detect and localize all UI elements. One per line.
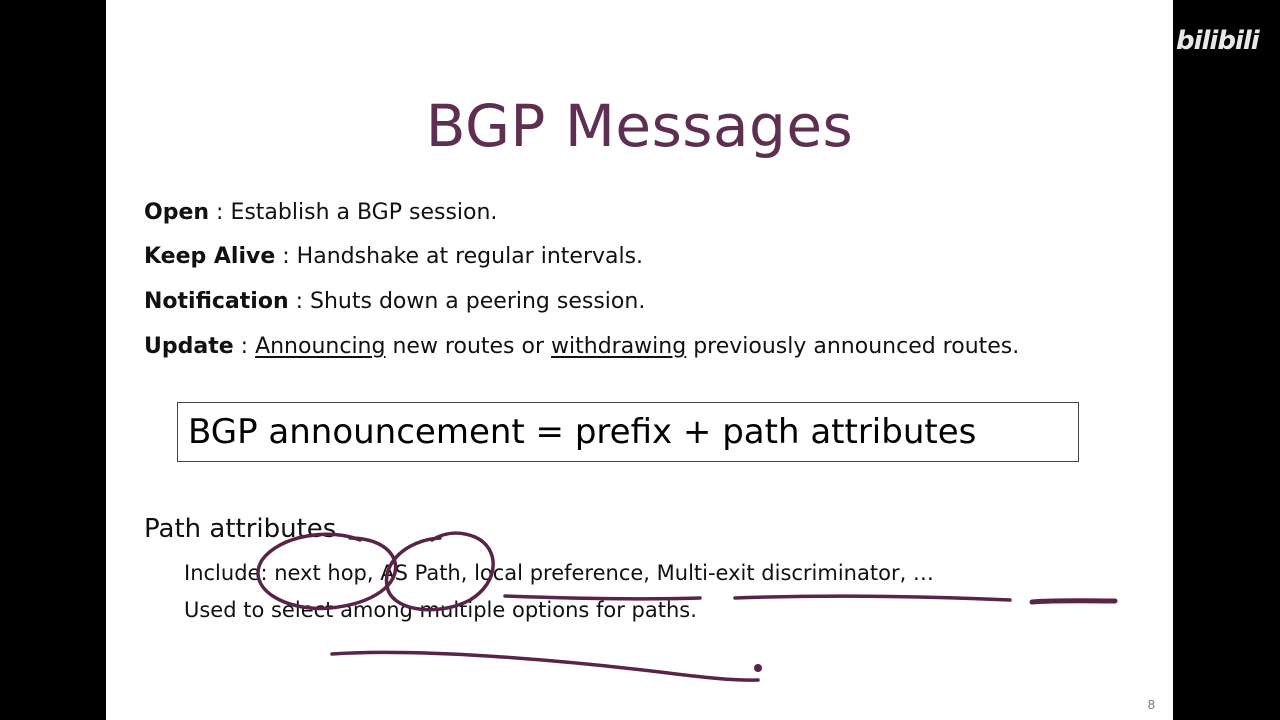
slide-title: BGP Messages [425, 92, 854, 160]
message-desc: : Handshake at regular intervals. [275, 244, 644, 269]
formula-box: BGP announcement = prefix + path attribu… [177, 402, 1079, 462]
update-withdrawing: withdrawing [551, 334, 687, 359]
slide: BGP Messages Open : Establish a BGP sess… [106, 0, 1173, 720]
message-term: Open [144, 200, 210, 225]
update-mid: new routes or [385, 334, 552, 359]
path-attributes-heading: Path attributes [144, 514, 337, 544]
bilibili-watermark-logo: bilibili [1176, 26, 1260, 56]
message-term: Update [144, 334, 234, 359]
update-announcing: Announcing [255, 334, 386, 359]
message-keep-alive: Keep Alive : Handshake at regular interv… [144, 244, 643, 269]
path-attributes-include: Include: next hop, AS Path, local prefer… [184, 561, 934, 585]
page-number: 8 [1147, 697, 1155, 712]
path-attributes-usage: Used to select among multiple options fo… [184, 598, 697, 622]
update-sep: : [233, 334, 256, 359]
message-term: Notification [144, 289, 289, 314]
update-tail: previously announced routes. [686, 334, 1020, 359]
message-open: Open : Establish a BGP session. [144, 200, 497, 225]
message-notification: Notification : Shuts down a peering sess… [144, 289, 645, 314]
message-term: Keep Alive [144, 244, 276, 269]
message-update: Update : Announcing new routes or withdr… [144, 334, 1019, 359]
message-desc: : Establish a BGP session. [209, 200, 498, 225]
message-desc: : Shuts down a peering session. [288, 289, 646, 314]
